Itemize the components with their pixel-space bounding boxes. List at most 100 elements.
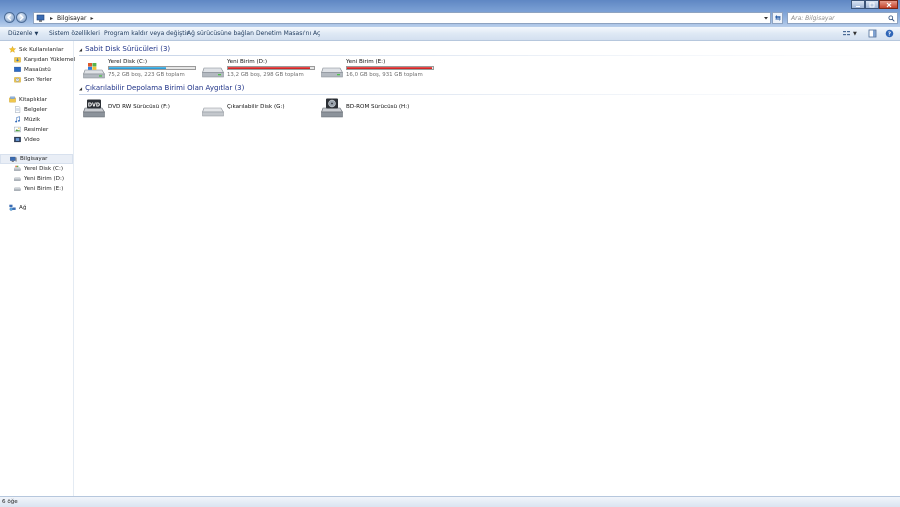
drive-tile-f[interactable]: DVD DVD RW Sürücüsü (F:) — [83, 98, 193, 120]
nav-libraries-label: Kitaplıklar — [19, 96, 48, 103]
nav-computer[interactable]: Bilgisayar — [0, 154, 73, 164]
organize-label: Düzenle — [8, 30, 33, 37]
nav-favorites-label: Sık Kullanılanlar — [19, 46, 64, 53]
nav-downloads[interactable]: Karşıdan Yüklemeler — [14, 55, 81, 64]
nav-libraries[interactable]: Kitaplıklar — [9, 95, 47, 104]
search-placeholder[interactable]: Ara: Bilgisayar — [791, 15, 835, 22]
nav-videos-label: Video — [24, 136, 40, 143]
nav-favorites[interactable]: Sık Kullanılanlar — [9, 45, 64, 54]
disk-usage-bar — [227, 66, 315, 70]
forward-arrow-icon — [19, 14, 24, 21]
maximize-button[interactable] — [865, 0, 879, 9]
breadcrumb-chevron-icon[interactable]: ▸ — [90, 15, 93, 22]
pictures-icon — [14, 126, 21, 133]
drive-tile-d[interactable]: Yeni Birim (D:) 13,2 GB boş, 298 GB topl… — [202, 59, 317, 81]
nav-videos[interactable]: Video — [14, 135, 40, 144]
music-icon — [15, 116, 20, 123]
system-properties-button[interactable]: Sistem özellikleri — [49, 30, 100, 37]
map-network-drive-button[interactable]: Ağ sürücüsüne bağlan — [187, 30, 254, 37]
group-title: Çıkarılabilir Depolama Birimi Olan Aygıt… — [85, 84, 245, 92]
nav-pictures-label: Resimler — [24, 126, 49, 133]
downloads-folder-icon — [14, 57, 21, 63]
minimize-button[interactable] — [851, 0, 865, 9]
nav-network-label: Ağ — [19, 204, 27, 211]
nav-drive-e-label: Yeni Birim (E:) — [24, 185, 64, 192]
libraries-icon — [9, 96, 16, 103]
organize-button[interactable]: Düzenle ▼ — [8, 30, 38, 37]
nav-drive-d[interactable]: Yeni Birim (D:) — [14, 174, 64, 183]
drive-tile-c[interactable]: Yerel Disk (C:) 75,2 GB boş, 223 GB topl… — [83, 59, 198, 81]
group-header-removable[interactable]: ◢ Çıkarılabilir Depolama Birimi Olan Ayg… — [79, 84, 244, 92]
breadcrumb-computer[interactable]: Bilgisayar — [57, 15, 86, 22]
forward-button[interactable] — [16, 12, 27, 23]
removable-disk-icon — [202, 107, 224, 117]
video-icon — [14, 136, 21, 143]
nav-downloads-label: Karşıdan Yüklemeler — [24, 56, 81, 63]
hard-drive-icon — [14, 187, 21, 191]
drive-space-text: 16,0 GB boş, 931 GB toplam — [346, 72, 423, 78]
nav-pictures[interactable]: Resimler — [14, 125, 48, 134]
chevron-down-icon[interactable]: ▼ — [853, 31, 857, 37]
nav-drive-d-label: Yeni Birim (D:) — [24, 175, 65, 182]
group-divider — [79, 94, 894, 95]
collapse-triangle-icon[interactable]: ◢ — [79, 47, 82, 52]
nav-documents[interactable]: Belgeler — [14, 105, 47, 114]
hard-drive-icon — [14, 177, 21, 181]
group-header-hard-disks[interactable]: ◢ Sabit Disk Sürücüleri (3) — [79, 45, 170, 53]
content-pane: ◢ Sabit Disk Sürücüleri (3) Yerel Disk (… — [75, 41, 900, 496]
drive-name: BD-ROM Sürücüsü (H:) — [346, 104, 410, 110]
collapse-triangle-icon[interactable]: ◢ — [79, 86, 82, 91]
drive-name: Yeni Birim (E:) — [346, 59, 386, 65]
svg-text:?: ? — [888, 32, 891, 38]
refresh-button[interactable] — [772, 12, 783, 24]
group-divider — [79, 55, 894, 56]
hard-drive-icon — [202, 67, 224, 78]
desktop-icon — [14, 66, 21, 72]
preview-pane-button[interactable] — [868, 29, 877, 38]
disk-usage-fill — [228, 67, 311, 69]
back-button[interactable] — [4, 12, 15, 23]
computer-icon — [36, 14, 45, 22]
nav-documents-label: Belgeler — [24, 106, 48, 113]
address-bar[interactable]: ▸ Bilgisayar ▸ — [33, 12, 771, 24]
item-count: 6 öğe — [2, 499, 18, 505]
nav-drive-e[interactable]: Yeni Birim (E:) — [14, 184, 63, 193]
drive-tile-e[interactable]: Yeni Birim (E:) 16,0 GB boş, 931 GB topl… — [321, 59, 436, 81]
bd-drive-icon — [321, 98, 343, 118]
help-icon: ? — [885, 29, 894, 38]
nav-recent-places[interactable]: Son Yerler — [14, 75, 52, 84]
nav-recent-places-label: Son Yerler — [24, 76, 53, 83]
dvd-drive-icon: DVD — [83, 99, 105, 118]
drive-tile-g[interactable]: Çıkarılabilir Disk (G:) — [202, 98, 312, 120]
nav-computer-label: Bilgisayar — [20, 156, 48, 162]
command-bar: Düzenle ▼ Sistem özellikleri Program kald… — [0, 27, 900, 41]
uninstall-program-button[interactable]: Program kaldır veya değiştir — [104, 30, 189, 37]
open-control-panel-button[interactable]: Denetim Masası'nı Aç — [256, 30, 320, 37]
svg-text:DVD: DVD — [88, 102, 100, 108]
breadcrumb-chevron-icon[interactable]: ▸ — [50, 15, 53, 22]
view-options-icon — [843, 31, 850, 36]
nav-drive-c[interactable]: Yerel Disk (C:) — [14, 164, 63, 173]
disk-usage-bar — [346, 66, 434, 70]
search-icon[interactable] — [888, 15, 895, 22]
drive-name: Çıkarılabilir Disk (G:) — [227, 104, 285, 110]
nav-desktop[interactable]: Masaüstü — [14, 65, 51, 74]
close-button[interactable] — [879, 0, 898, 9]
disk-usage-fill — [109, 67, 166, 69]
close-icon — [886, 2, 891, 7]
change-view-button[interactable]: ▼ — [842, 29, 857, 38]
address-history-dropdown-icon[interactable] — [763, 15, 769, 21]
back-arrow-icon — [7, 14, 12, 21]
search-box[interactable]: Ara: Bilgisayar — [787, 12, 898, 24]
nav-desktop-label: Masaüstü — [24, 66, 51, 73]
disk-usage-bar — [108, 66, 196, 70]
help-button[interactable]: ? — [885, 29, 894, 38]
nav-network[interactable]: Ağ — [9, 203, 26, 212]
star-icon — [9, 46, 16, 53]
maximize-icon — [869, 2, 875, 7]
drive-name: Yeni Birim (D:) — [227, 59, 268, 65]
disk-usage-fill — [347, 67, 432, 69]
group-title: Sabit Disk Sürücüleri (3) — [85, 45, 171, 53]
drive-tile-h[interactable]: BD-ROM Sürücüsü (H:) — [321, 98, 431, 120]
nav-music[interactable]: Müzik — [14, 115, 40, 124]
